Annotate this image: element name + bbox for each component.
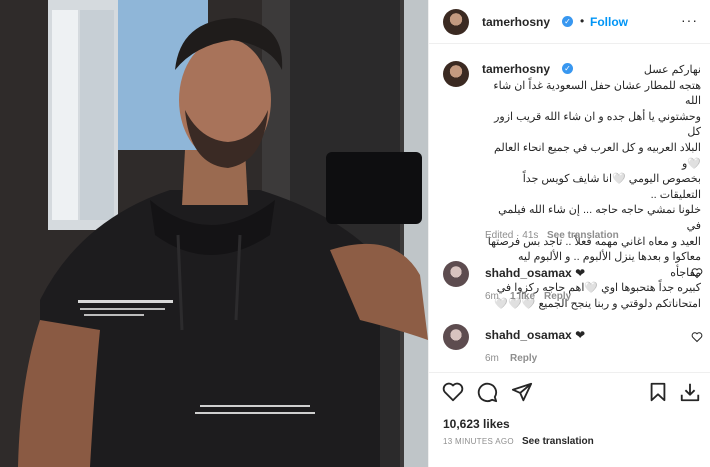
heart-icon[interactable] [691,331,703,343]
post-header: tamerhosny ✓ • Follow ··· [429,0,710,44]
dot-separator: · [516,230,520,241]
comment-heart-emoji: ❤ [575,266,586,280]
post-username[interactable]: tamerhosny [482,15,550,29]
see-translation-link[interactable]: See translation [522,436,594,447]
share-icon[interactable] [511,381,533,403]
separator-dot: • [580,14,585,28]
comment-username-text[interactable]: shahd_osamax [485,266,572,280]
reply-button[interactable]: Reply [544,291,571,302]
verified-badge-icon: ✓ [562,16,573,27]
comment-username[interactable]: shahd_osamax ❤ [485,266,585,280]
comment-time: 6m [485,353,499,364]
photo-illustration [0,0,428,467]
post-photo[interactable] [0,0,428,467]
caption-edited: Edited · 41s [485,230,538,241]
comments-section[interactable]: tamerhosny ✓ نهاركم عسل هتجه للمطار عشان… [429,45,710,372]
comment-username[interactable]: shahd_osamax ❤ [485,328,585,342]
caption-line: نهاركم عسل [643,64,701,76]
comment-avatar[interactable] [443,324,469,350]
comment-avatar[interactable] [443,261,469,287]
caption-line: بخصوص اليومي 🤍انا شايف كويس جداً التعليق… [522,173,701,201]
heart-icon[interactable] [691,267,703,279]
reply-button[interactable]: Reply [510,353,537,364]
post-side-panel: tamerhosny ✓ • Follow ··· tamerhosny ✓ ن… [428,0,710,467]
edited-label: Edited [485,230,514,241]
download-icon[interactable] [679,381,701,403]
comment-username-text[interactable]: shahd_osamax [485,328,572,342]
caption-line: هتجه للمطار عشان حفل السعودية غداً ان شا… [493,79,701,108]
follow-button[interactable]: Follow [590,15,628,29]
caption-line: وحشتوني يا أهل جده و ان شاء الله قريب از… [494,110,701,139]
caption-line: البلاد العربيه و كل العرب في جميع انحاء … [494,141,701,170]
caption-see-translation[interactable]: See translation [547,230,619,241]
posted-time: 13 MINUTES AGO [443,437,514,446]
heart-icon[interactable] [442,381,464,403]
more-options-icon[interactable]: ··· [681,12,698,28]
post-actions: 10,623 likes 13 MINUTES AGO See translat… [429,372,710,467]
comment-time: 6m [485,291,499,302]
comment-heart-emoji: ❤ [575,328,586,342]
likes-count[interactable]: 10,623 likes [443,417,510,431]
avatar[interactable] [443,9,469,35]
comment-likes[interactable]: 1 like [510,291,535,302]
comment-icon[interactable] [476,381,498,403]
caption-avatar[interactable] [443,61,469,87]
edited-time: 41s [522,230,539,241]
save-icon[interactable] [647,381,669,403]
